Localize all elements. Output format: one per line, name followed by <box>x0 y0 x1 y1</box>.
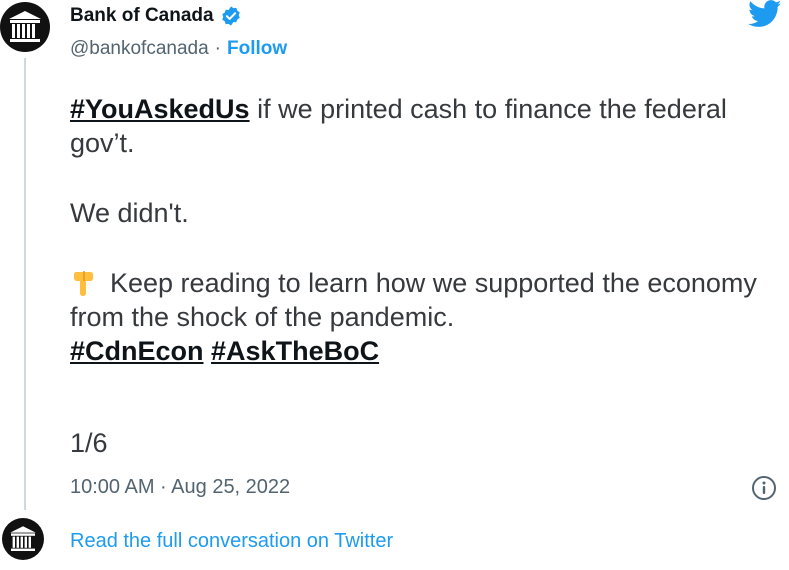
footer-avatar[interactable] <box>2 518 44 560</box>
tweet-paragraph-3: Keep reading to learn how we supported t… <box>70 266 770 334</box>
bank-building-icon <box>9 11 41 42</box>
bank-building-icon <box>10 526 36 551</box>
hashtag-asktheboc[interactable]: #AskTheBoC <box>211 336 379 366</box>
thread-counter: 1/6 <box>70 428 108 458</box>
info-icon[interactable] <box>751 475 777 501</box>
tweet-line-2: We didn't. <box>70 198 189 228</box>
read-conversation-link[interactable]: Read the full conversation on Twitter <box>70 530 393 553</box>
tweet-hashtags: #CdnEcon #AskTheBoC <box>70 334 770 368</box>
thread-line <box>24 58 26 510</box>
handle-row: @bankofcanada · Follow <box>70 38 287 60</box>
hashtag-cdnecon[interactable]: #CdnEcon <box>70 336 204 366</box>
tweet-text: #YouAskedUs if we printed cash to financ… <box>70 92 770 368</box>
separator: · <box>214 38 221 59</box>
twitter-bird-icon[interactable] <box>748 0 782 28</box>
account-name[interactable]: Bank of Canada <box>70 5 242 27</box>
follow-button[interactable]: Follow <box>227 38 287 60</box>
hashtag-youaskedus[interactable]: #YouAskedUs <box>70 94 250 124</box>
backhand-index-pointing-down-icon <box>74 271 93 296</box>
tweet-paragraph-1: #YouAskedUs if we printed cash to financ… <box>70 92 770 160</box>
avatar[interactable] <box>0 2 50 52</box>
tweet-line-3: Keep reading to learn how we supported t… <box>70 268 757 332</box>
tweet-timestamp[interactable]: 10:00 AM · Aug 25, 2022 <box>70 476 290 499</box>
account-name-text: Bank of Canada <box>70 5 214 26</box>
account-handle[interactable]: @bankofcanada <box>70 38 209 60</box>
verified-badge-icon <box>221 6 240 26</box>
